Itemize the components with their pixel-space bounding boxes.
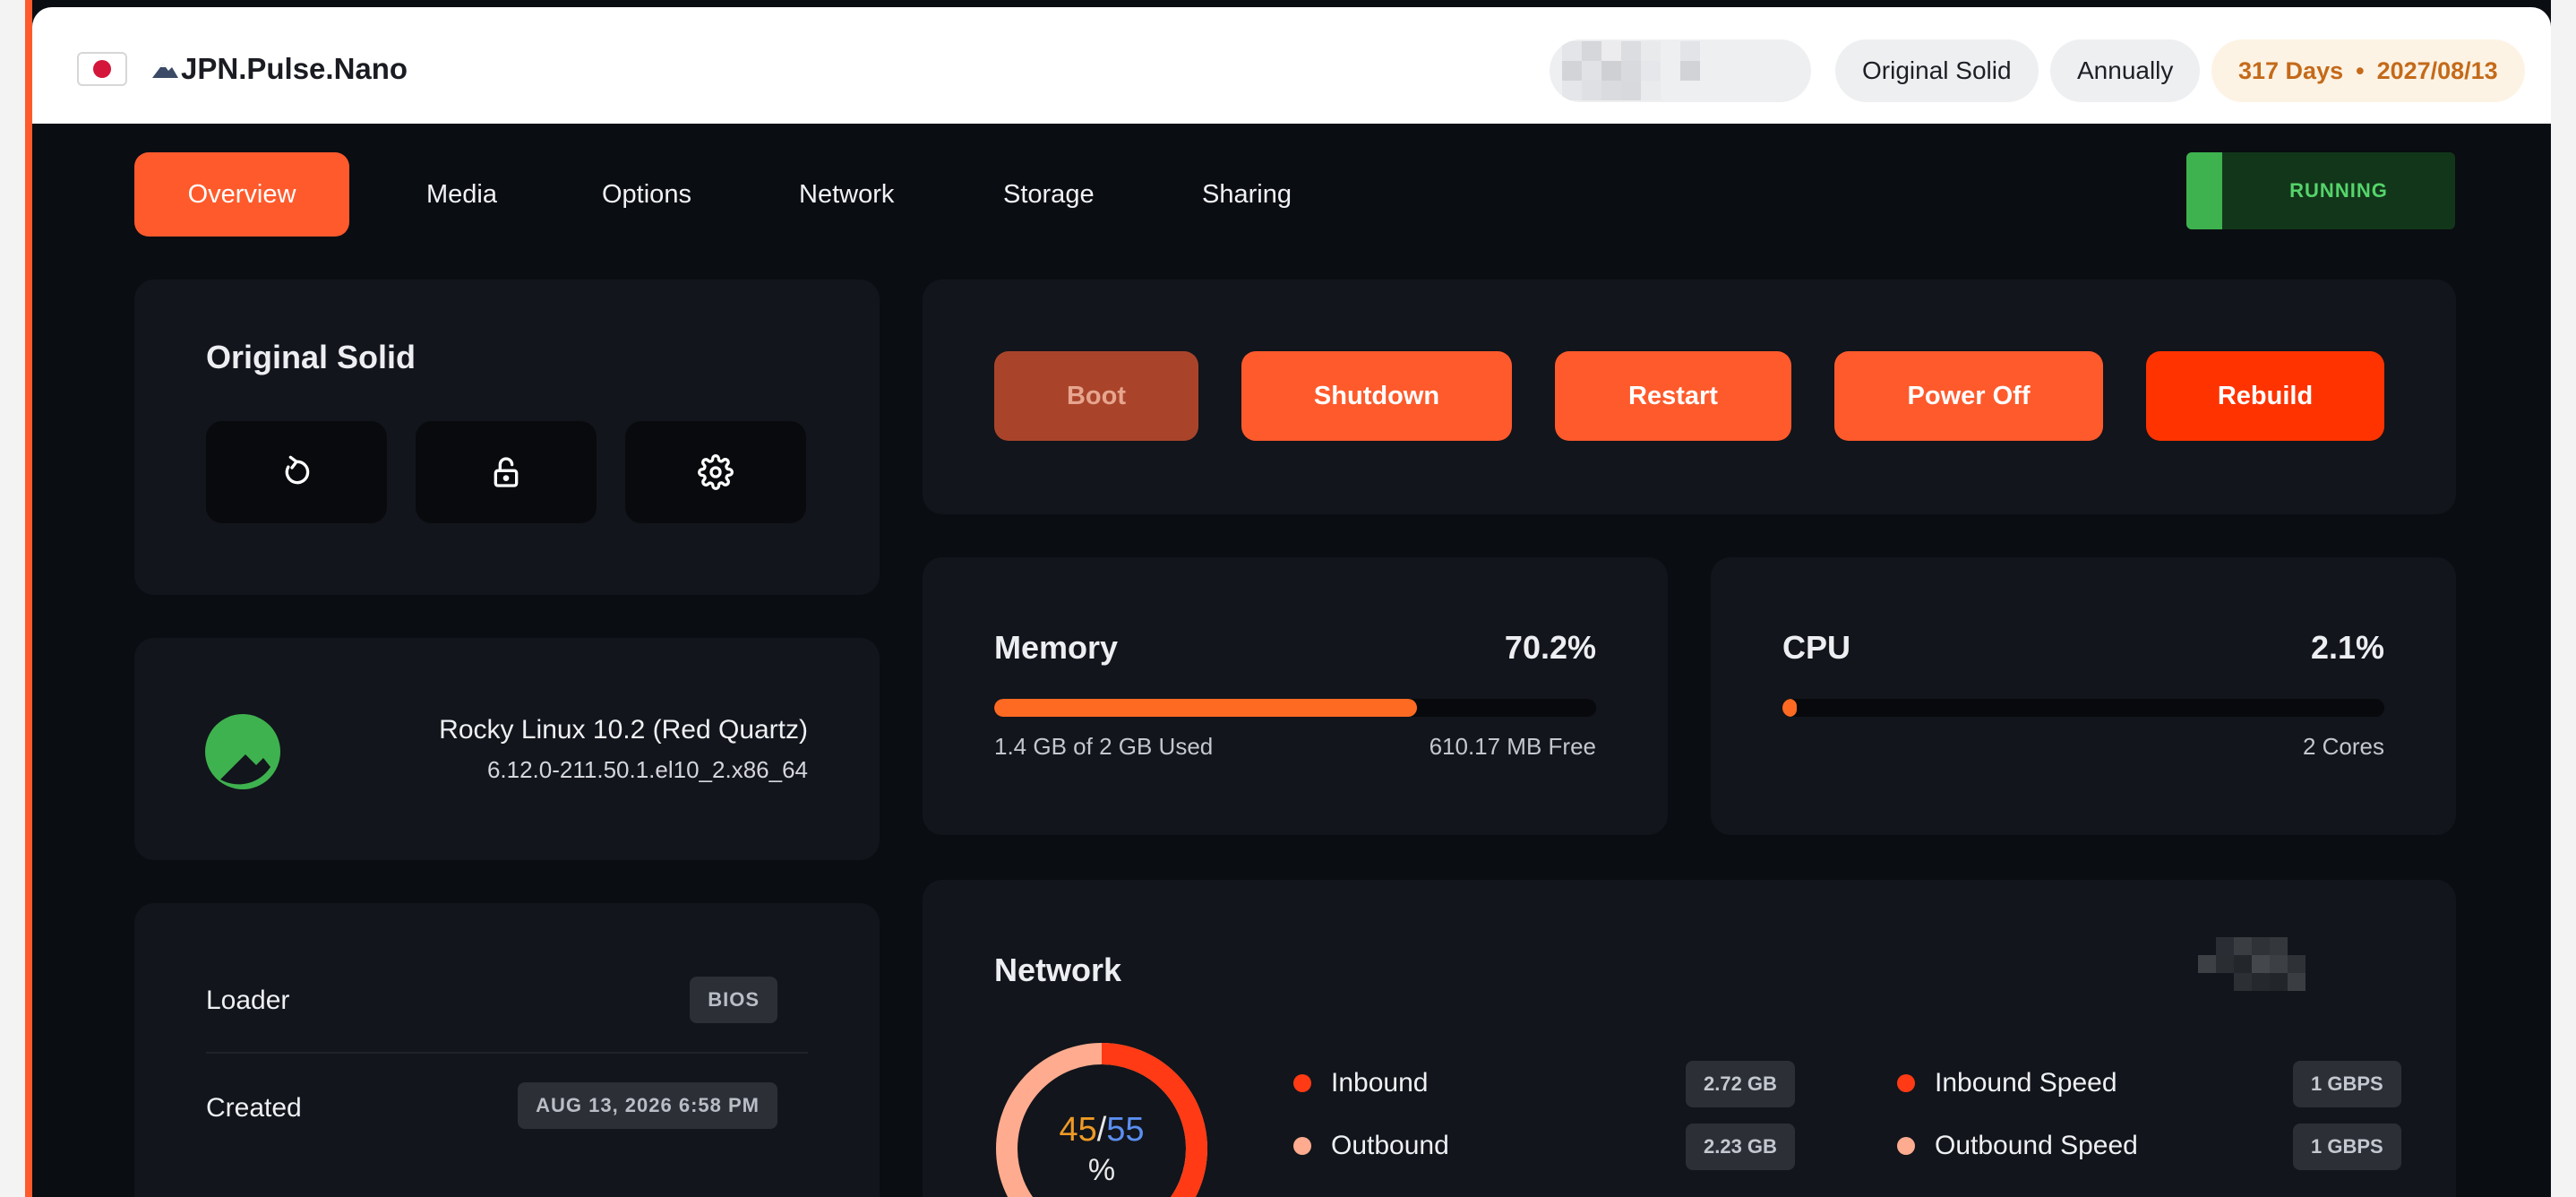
reinstall-button[interactable] [206, 421, 387, 523]
unlock-button[interactable] [416, 421, 597, 523]
status-label: RUNNING [2289, 179, 2388, 202]
memory-used: 1.4 GB of 2 GB Used [994, 733, 1214, 760]
outbound-value: 2.23 GB [1686, 1124, 1795, 1170]
os-kernel: 6.12.0-211.50.1.el10_2.x86_64 [486, 756, 808, 783]
server-title: JPN.Pulse.Nano [150, 52, 408, 86]
outbound-speed-item: Outbound Speed [1897, 1131, 2138, 1161]
mountain-icon [152, 64, 178, 78]
outbound-label: Outbound [1331, 1131, 1449, 1160]
tab-options[interactable]: Options [575, 152, 718, 237]
redacted-ip [1550, 39, 1811, 102]
os-name: Rocky Linux 10.2 (Red Quartz) [439, 715, 808, 745]
loader-label: Loader [206, 986, 290, 1015]
rocky-linux-logo-icon [205, 714, 280, 789]
refresh-icon [285, 455, 310, 485]
power-off-button[interactable]: Power Off [1834, 351, 2103, 441]
tab-overview[interactable]: Overview [134, 152, 349, 237]
server-name: JPN.Pulse.Nano [181, 52, 408, 85]
outbound-speed-label: Outbound Speed [1935, 1131, 2138, 1160]
inbound-speed-item: Inbound Speed [1897, 1068, 2117, 1098]
donut-inbound-share: 45 [1059, 1111, 1097, 1149]
expiry-date: 2027/08/13 [2376, 56, 2498, 84]
top-bar: JPN.Pulse.Nano Original Solid Annually 3… [32, 7, 2551, 124]
memory-free: 610.17 MB Free [1429, 733, 1596, 760]
inbound-speed-dot-icon [1897, 1074, 1915, 1092]
tab-sharing[interactable]: Sharing [1175, 152, 1318, 237]
memory-bar [994, 699, 1596, 717]
loader-badge: BIOS [690, 977, 777, 1023]
gear-icon [698, 454, 734, 490]
memory-percent: 70.2% [1504, 629, 1596, 666]
expiry-separator: • [2356, 56, 2365, 84]
info-card [134, 903, 880, 1197]
shutdown-button[interactable]: Shutdown [1241, 351, 1512, 441]
settings-button[interactable] [625, 421, 806, 523]
cpu-title: CPU [1782, 629, 1851, 666]
rebuild-button[interactable]: Rebuild [2146, 351, 2384, 441]
outbound-item: Outbound [1293, 1131, 1449, 1161]
unlock-icon [494, 457, 519, 487]
network-title: Network [994, 952, 1122, 988]
japan-flag-icon [77, 52, 127, 86]
restart-button[interactable]: Restart [1555, 351, 1791, 441]
plan-card-title: Original Solid [206, 339, 416, 375]
donut-unit: % [1087, 1153, 1116, 1187]
inbound-speed-label: Inbound Speed [1935, 1068, 2117, 1098]
tab-media[interactable]: Media [399, 152, 524, 237]
inbound-label: Inbound [1331, 1068, 1429, 1098]
cpu-percent: 2.1% [2310, 629, 2384, 666]
inbound-dot-icon [1293, 1074, 1311, 1092]
tab-network[interactable]: Network [772, 152, 921, 237]
memory-title: Memory [994, 629, 1119, 666]
cpu-bar-fill [1782, 699, 1798, 717]
plan-pill: Original Solid [1835, 39, 2039, 102]
expiry-pill: 317 Days • 2027/08/13 [2211, 39, 2525, 102]
redacted-graph [2198, 937, 2306, 991]
cpu-cores: 2 Cores [2302, 733, 2384, 760]
status-badge: RUNNING [2186, 152, 2455, 229]
inbound-value: 2.72 GB [1686, 1061, 1795, 1107]
outbound-speed-dot-icon [1897, 1137, 1915, 1155]
info-divider [206, 1052, 808, 1054]
os-info: Rocky Linux 10.2 (Red Quartz) 6.12.0-211… [439, 715, 808, 784]
inbound-speed-value: 1 GBPS [2293, 1061, 2401, 1107]
donut-separator: / [1096, 1111, 1107, 1149]
cpu-bar [1782, 699, 2384, 717]
status-indicator [2186, 152, 2222, 229]
tab-storage[interactable]: Storage [976, 152, 1121, 237]
boot-button[interactable]: Boot [994, 351, 1198, 441]
donut-readout: 45/55 % [994, 1111, 1209, 1188]
created-label: Created [206, 1093, 302, 1123]
outbound-dot-icon [1293, 1137, 1311, 1155]
created-badge: AUG 13, 2026 6:58 PM [518, 1082, 777, 1129]
expiry-days: 317 Days [2238, 56, 2344, 84]
inbound-item: Inbound [1293, 1068, 1428, 1098]
memory-bar-fill [994, 699, 1417, 717]
billing-cycle-pill: Annually [2050, 39, 2201, 102]
redacted-pixels [1562, 41, 1720, 100]
outbound-speed-value: 1 GBPS [2293, 1124, 2401, 1170]
cpu-card [1711, 557, 2456, 835]
memory-card [923, 557, 1668, 835]
app-window: JPN.Pulse.Nano Original Solid Annually 3… [25, 0, 2551, 1197]
donut-outbound-share: 55 [1106, 1111, 1145, 1149]
